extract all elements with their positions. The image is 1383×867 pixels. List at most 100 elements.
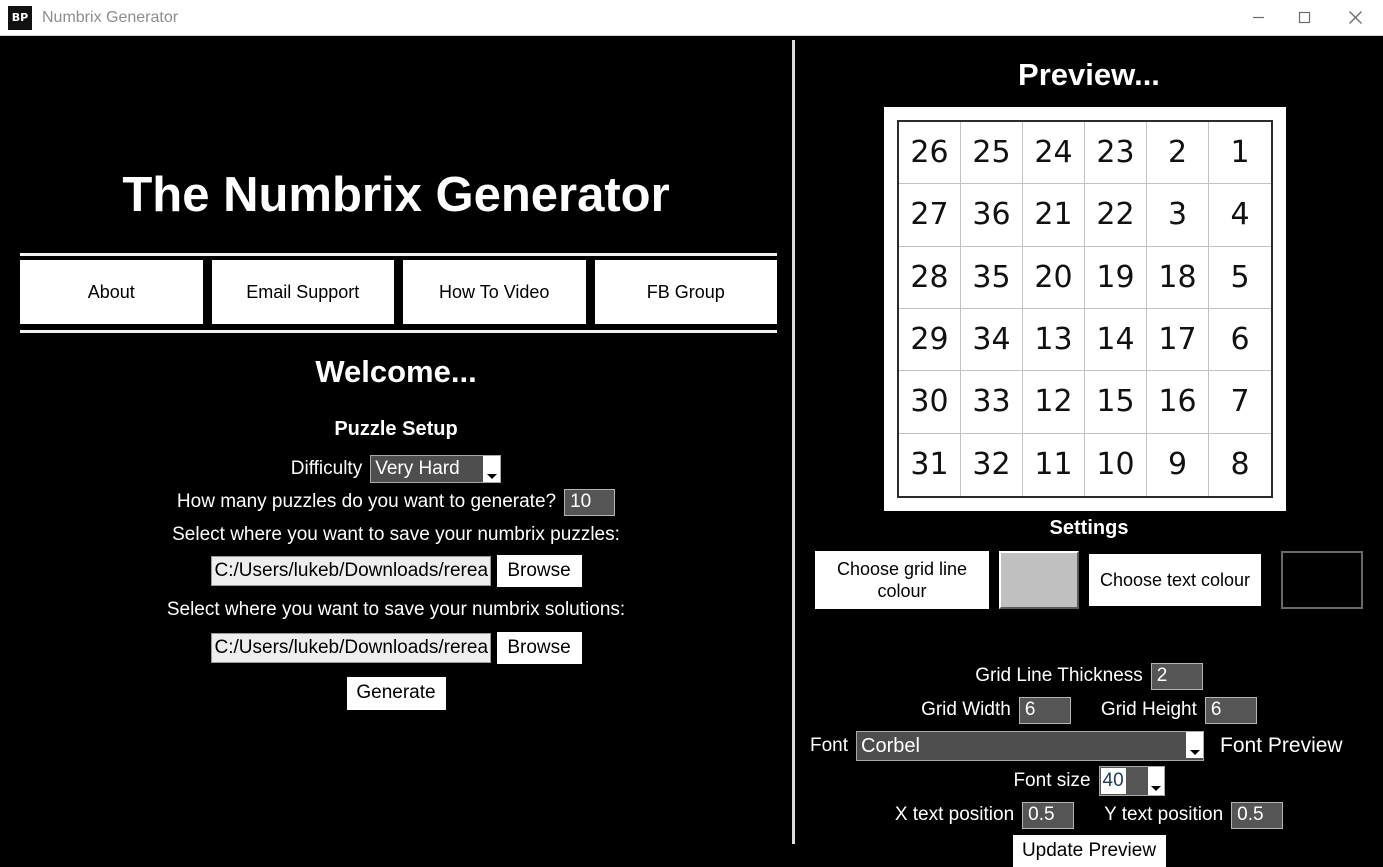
y-text-position-label: Y text position xyxy=(1104,804,1224,825)
solutions-path-label: Select where you want to save your numbr… xyxy=(166,599,626,620)
grid-cell: 4 xyxy=(1209,184,1271,247)
grid-cell: 34 xyxy=(961,308,1023,372)
preview-heading: Preview... xyxy=(1018,57,1160,92)
nav-rule-bottom xyxy=(20,330,777,333)
nav-button-how-to-video[interactable]: How To Video xyxy=(403,260,586,324)
grid-cell: 11 xyxy=(1023,433,1085,496)
page-title: The Numbrix Generator xyxy=(122,168,670,222)
difficulty-label: Difficulty xyxy=(290,458,363,479)
generate-button[interactable]: Generate xyxy=(346,676,446,710)
puzzles-path-label: Select where you want to save your numbr… xyxy=(172,524,620,545)
choose-gridline-colour-button[interactable]: Choose grid line colour xyxy=(815,551,989,609)
grid-width-input[interactable]: 6 xyxy=(1018,696,1071,724)
grid-cell: 32 xyxy=(961,433,1023,496)
grid-cell: 14 xyxy=(1085,308,1147,372)
grid-cell: 30 xyxy=(899,371,961,434)
difficulty-selected-value: Very Hard xyxy=(375,458,460,479)
chevron-down-icon[interactable] xyxy=(483,456,501,482)
solutions-path-input[interactable]: C:/Users/lukeb/Downloads/rerea xyxy=(210,633,491,663)
solutions-path-row: C:/Users/lukeb/Downloads/rerea Browse xyxy=(0,631,792,665)
puzzle-setup-heading: Puzzle Setup xyxy=(334,418,458,440)
grid-cell: 28 xyxy=(899,246,961,309)
generate-row: Generate xyxy=(0,676,792,710)
x-text-position-input[interactable]: 0.5 xyxy=(1022,801,1075,829)
grid-line-thickness-row: Grid Line Thickness 2 xyxy=(795,662,1383,690)
nav-rule-top xyxy=(20,253,777,256)
grid-cell: 13 xyxy=(1023,308,1085,372)
window-controls xyxy=(1235,0,1383,36)
puzzle-count-input[interactable]: 10 xyxy=(564,488,616,516)
grid-cell: 7 xyxy=(1209,371,1271,434)
grid-line-thickness-input[interactable]: 2 xyxy=(1150,662,1203,690)
grid-height-input[interactable]: 6 xyxy=(1204,696,1257,724)
update-preview-row: Update Preview xyxy=(795,835,1383,867)
grid-cell: 18 xyxy=(1147,246,1209,309)
grid-cell: 22 xyxy=(1085,184,1147,247)
grid-cell: 12 xyxy=(1023,371,1085,434)
solutions-browse-button[interactable]: Browse xyxy=(496,632,582,664)
grid-cell: 36 xyxy=(961,184,1023,247)
grid-cell: 25 xyxy=(961,122,1023,185)
grid-cell: 2 xyxy=(1147,122,1209,185)
grid-cell: 20 xyxy=(1023,246,1085,309)
grid-height-label: Grid Height xyxy=(1100,699,1197,720)
grid-cell: 27 xyxy=(899,184,961,247)
grid-cell: 23 xyxy=(1085,122,1147,185)
font-row: Font Corbel Font Preview xyxy=(795,730,1383,762)
grid-cell: 33 xyxy=(961,371,1023,434)
puzzles-browse-button[interactable]: Browse xyxy=(496,555,582,587)
x-text-position-label: X text position xyxy=(894,804,1015,825)
grid-cell: 10 xyxy=(1085,433,1147,496)
app-logo-icon: BP xyxy=(8,5,32,30)
grid-cell: 15 xyxy=(1085,371,1147,434)
grid-cell: 5 xyxy=(1209,247,1271,309)
left-panel: The Numbrix Generator About Email Suppor… xyxy=(0,36,792,846)
window-titlebar: BP Numbrix Generator xyxy=(0,0,1383,36)
nav-button-email-support[interactable]: Email Support xyxy=(211,260,394,324)
grid-cell: 24 xyxy=(1023,122,1085,185)
grid-cell: 17 xyxy=(1147,308,1209,372)
difficulty-dropdown[interactable]: Very Hard xyxy=(370,455,502,483)
navbar: About Email Support How To Video FB Grou… xyxy=(20,260,777,324)
puzzle-count-row: How many puzzles do you want to generate… xyxy=(0,487,792,517)
preview-grid-frame: 26 25 24 23 2 1 27 36 21 22 3 4 28 35 20 19 18 5 29 34 13 14 1… xyxy=(884,107,1286,511)
maximize-icon[interactable] xyxy=(1281,0,1327,36)
y-text-position-input[interactable]: 0.5 xyxy=(1231,801,1284,829)
settings-heading: Settings xyxy=(1049,517,1129,539)
grid-cell: 35 xyxy=(961,246,1023,309)
minimize-icon[interactable] xyxy=(1235,0,1281,36)
choose-text-colour-button[interactable]: Choose text colour xyxy=(1089,554,1261,606)
chevron-down-icon[interactable] xyxy=(1186,732,1204,758)
nav-button-fb-group[interactable]: FB Group xyxy=(594,260,777,324)
close-icon[interactable] xyxy=(1327,0,1383,36)
grid-cell: 3 xyxy=(1147,184,1209,247)
window-title: Numbrix Generator xyxy=(42,8,179,26)
grid-width-label: Grid Width xyxy=(921,699,1011,720)
font-dropdown[interactable]: Corbel xyxy=(856,731,1205,761)
text-colour-swatch[interactable] xyxy=(1281,551,1363,609)
colour-settings-row: Choose grid line colour Choose text colo… xyxy=(815,549,1370,611)
grid-cell: 21 xyxy=(1023,184,1085,247)
nav-button-about[interactable]: About xyxy=(20,260,203,324)
update-preview-button[interactable]: Update Preview xyxy=(1012,835,1166,867)
chevron-down-icon[interactable] xyxy=(1147,767,1164,795)
gridline-colour-swatch[interactable] xyxy=(999,551,1079,609)
grid-cell: 31 xyxy=(899,433,961,496)
font-size-label: Font size xyxy=(1013,770,1091,791)
grid-cell: 29 xyxy=(899,308,961,372)
grid-dimensions-row: Grid Width 6 Grid Height 6 xyxy=(795,696,1383,724)
font-size-value: 40 xyxy=(1100,768,1126,794)
puzzles-path-input[interactable]: C:/Users/lukeb/Downloads/rerea xyxy=(210,556,491,586)
font-label: Font xyxy=(810,735,849,756)
font-size-dropdown[interactable]: 40 xyxy=(1098,766,1165,796)
grid-line-thickness-label: Grid Line Thickness xyxy=(975,665,1143,686)
font-preview-label: Font Preview xyxy=(1220,734,1343,757)
difficulty-row: Difficulty Very Hard xyxy=(0,454,792,484)
font-selected-value: Corbel xyxy=(861,734,920,757)
app-body: The Numbrix Generator About Email Suppor… xyxy=(0,36,1383,867)
grid-cell: 9 xyxy=(1147,433,1209,496)
font-size-row: Font size 40 xyxy=(795,766,1383,796)
preview-grid: 26 25 24 23 2 1 27 36 21 22 3 4 28 35 20 19 18 5 29 34 13 14 1… xyxy=(897,120,1273,498)
grid-cell: 19 xyxy=(1085,246,1147,309)
grid-cell: 6 xyxy=(1209,309,1271,372)
